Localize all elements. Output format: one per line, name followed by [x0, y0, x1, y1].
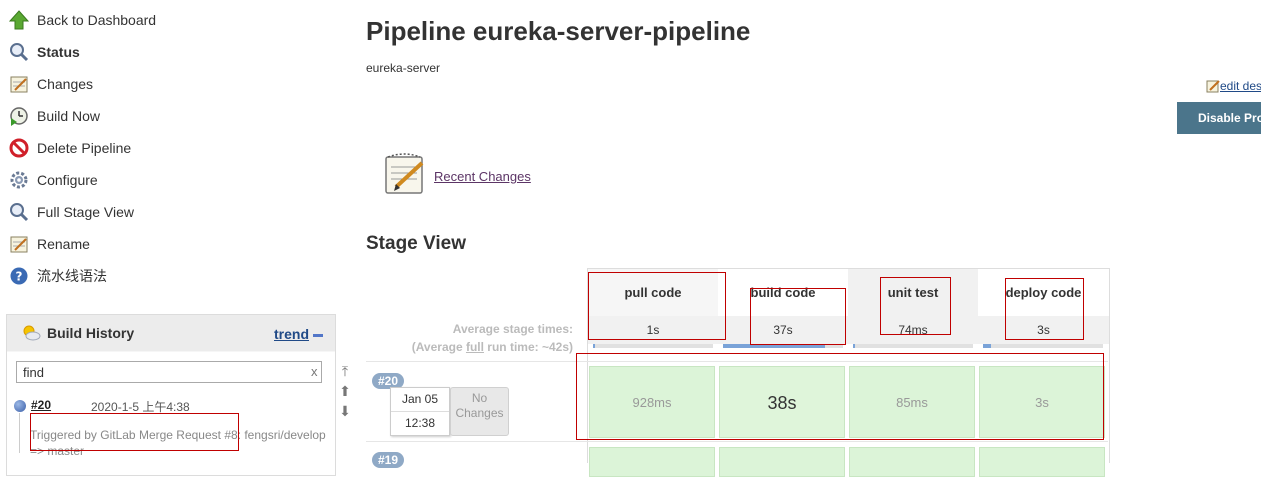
- sidebar-item-label: Delete Pipeline: [37, 140, 132, 156]
- build-history-title: Build History: [47, 325, 135, 341]
- build-history-scroll-controls: ⤒ ⬆ ⬇: [336, 361, 354, 421]
- stage-cell[interactable]: [979, 447, 1105, 477]
- disable-project-button[interactable]: Disable Project: [1177, 102, 1261, 134]
- stage-avg-bar-fill: [983, 344, 991, 348]
- stage-avg-bar-fill: [853, 344, 855, 348]
- stage-header-build-code: build code: [718, 269, 849, 316]
- scroll-top-icon[interactable]: ⤒: [336, 361, 354, 381]
- page-title: Pipeline eureka-server-pipeline: [366, 16, 751, 46]
- row-divider: [366, 361, 1108, 362]
- run-date: Jan 05: [391, 388, 449, 412]
- run-date-box: Jan 05 12:38: [390, 387, 450, 436]
- disable-project-wrap: Disable Project: [1177, 102, 1261, 134]
- build-number-link[interactable]: #20: [31, 398, 51, 412]
- notepad-icon: [384, 153, 426, 200]
- build-timeline-line: [19, 413, 20, 453]
- recent-changes: Recent Changes: [384, 153, 531, 200]
- sidebar-item-rename[interactable]: Rename: [8, 232, 90, 256]
- sidebar-item-back-to-dashboard[interactable]: Back to Dashboard: [8, 8, 156, 32]
- stage-cell-build-code[interactable]: 38s: [719, 366, 845, 438]
- stage-avg-unit-test: 74ms: [848, 316, 979, 344]
- run-badge[interactable]: #19: [372, 452, 405, 468]
- edit-description-label: edit description: [1220, 79, 1261, 93]
- stage-header-pull-code: pull code: [588, 269, 719, 316]
- sidebar-item-delete-pipeline[interactable]: Delete Pipeline: [8, 136, 131, 160]
- build-list: #20 2020-1-5 上午4:38 Triggered by GitLab …: [6, 351, 334, 462]
- trend-link[interactable]: trend: [274, 326, 309, 342]
- stage-header-deploy-code: deploy code: [978, 269, 1109, 316]
- no-entry-icon: [8, 137, 30, 159]
- edit-description-wrap: edit description: [1206, 79, 1261, 97]
- up-arrow-icon: [8, 9, 30, 31]
- notepad-icon: [8, 73, 30, 95]
- sidebar-item-label: 流水线语法: [37, 268, 107, 284]
- stage-cell-deploy-code[interactable]: 3s: [979, 366, 1105, 438]
- sidebar-item-label: Rename: [37, 236, 90, 252]
- page-description: eureka-server: [366, 61, 441, 75]
- stage-cell-unit-test[interactable]: 85ms: [849, 366, 975, 438]
- trend-icon[interactable]: [313, 334, 323, 337]
- average-times-post: run time: ~42s): [483, 340, 573, 354]
- stage-avg-deploy-code: 3s: [978, 316, 1109, 344]
- help-icon: ?: [8, 265, 30, 287]
- sidebar-item-label: Build Now: [37, 108, 101, 124]
- magnifier-icon: [8, 201, 30, 223]
- build-date[interactable]: 2020-1-5 上午4:38: [91, 398, 190, 415]
- weather-sunny-icon: [21, 323, 41, 344]
- edit-description-link[interactable]: edit description: [1206, 79, 1261, 93]
- sidebar-item-label: Status: [37, 44, 80, 60]
- sidebar-item-label: Changes: [37, 76, 94, 92]
- svg-text:?: ?: [16, 270, 23, 284]
- notepad-icon: [8, 233, 30, 255]
- stage-cell[interactable]: [589, 447, 715, 477]
- scroll-up-icon[interactable]: ⬆: [336, 381, 354, 401]
- clock-play-icon: [8, 105, 30, 127]
- stage-cell-pull-code[interactable]: 928ms: [589, 366, 715, 438]
- sidebar-item-pipeline-syntax[interactable]: ? 流水线语法: [8, 264, 107, 288]
- stage-cell[interactable]: [849, 447, 975, 477]
- run-time: 12:38: [404, 416, 436, 430]
- stage-avg-pull-code: 1s: [588, 316, 719, 344]
- build-description: Triggered by GitLab Merge Request #8: fe…: [30, 428, 326, 458]
- sidebar-item-label: Configure: [37, 172, 98, 188]
- stage-view-title: Stage View: [366, 233, 466, 254]
- sidebar-item-label: Full Stage View: [37, 204, 135, 220]
- average-times-line1: Average stage times:: [452, 322, 573, 336]
- stage-avg-build-code: 37s: [718, 316, 849, 344]
- gear-icon: [8, 169, 30, 191]
- scroll-down-icon[interactable]: ⬇: [336, 401, 354, 421]
- sidebar-item-changes[interactable]: Changes: [8, 72, 93, 96]
- stage-avg-bar: [853, 344, 973, 348]
- stage-avg-bar: [593, 344, 713, 348]
- average-times-line2: (Average full run time: ~42s): [366, 338, 573, 356]
- build-status-ball-icon: [14, 400, 26, 412]
- sidebar-item-status[interactable]: Status: [8, 40, 80, 64]
- average-times-label: Average stage times: (Average full run t…: [366, 320, 573, 356]
- sidebar-item-configure[interactable]: Configure: [8, 168, 98, 192]
- stage-avg-bar: [723, 344, 843, 348]
- stage-cell[interactable]: [719, 447, 845, 477]
- row-divider: [366, 441, 1108, 442]
- sidebar-item-full-stage-view[interactable]: Full Stage View: [8, 200, 134, 224]
- magnifier-icon: [8, 41, 30, 63]
- sidebar-item-build-now[interactable]: Build Now: [8, 104, 100, 128]
- edit-icon: [1206, 80, 1220, 93]
- stage-avg-bar-fill: [723, 344, 825, 348]
- full-run-link[interactable]: full: [466, 340, 484, 354]
- stage-avg-bar: [983, 344, 1103, 348]
- stage-header-unit-test: unit test: [848, 269, 979, 316]
- average-times-pre: (Average: [411, 340, 466, 354]
- sidebar-item-label: Back to Dashboard: [37, 12, 157, 28]
- stage-avg-bar-fill: [593, 344, 595, 348]
- run-changes[interactable]: No Changes: [450, 387, 509, 436]
- recent-changes-link[interactable]: Recent Changes: [434, 169, 531, 184]
